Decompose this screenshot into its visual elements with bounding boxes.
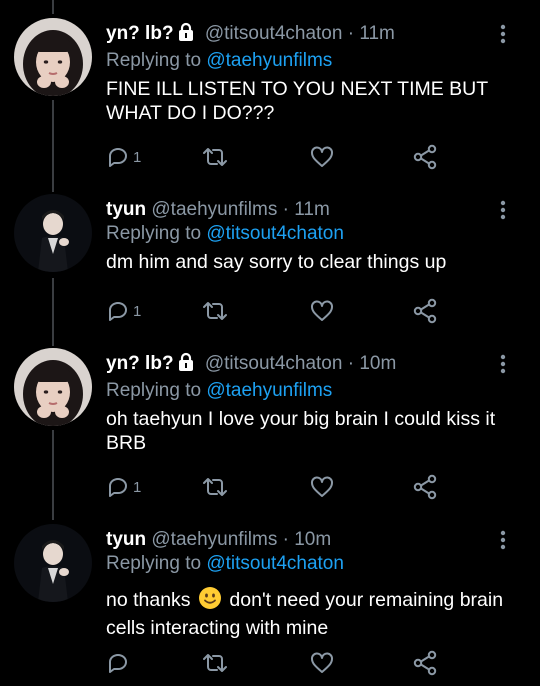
author-handle[interactable]: @taehyunfilms <box>151 199 277 220</box>
replying-prefix: Replying to <box>106 380 202 401</box>
more-options-icon[interactable] <box>500 200 506 225</box>
heart-icon <box>311 652 333 673</box>
author-name[interactable]: yn? lb? <box>106 353 174 374</box>
reply-count: 1 <box>133 302 142 320</box>
author-handle[interactable]: @titsout4chaton <box>205 353 343 374</box>
timestamp[interactable]: 11m <box>294 199 330 220</box>
replying-prefix: Replying to <box>106 50 202 71</box>
mention-link[interactable]: @titsout4chaton <box>206 223 344 244</box>
avatar[interactable] <box>14 194 92 272</box>
retweet-icon <box>203 148 227 166</box>
timestamp[interactable]: 10m <box>359 353 396 374</box>
replying-to: Replying to @titsout4chaton <box>106 222 510 246</box>
reply-count: 1 <box>133 478 142 496</box>
separator: · <box>282 529 289 550</box>
more-options-icon[interactable] <box>500 530 506 555</box>
tweet[interactable]: yn? lb? @titsout4chaton · 10m Replying t… <box>0 340 540 520</box>
tweet-actions: 1 <box>106 474 446 500</box>
share-button[interactable] <box>412 144 438 170</box>
tweet-header: yn? lb? @titsout4chaton · 10m <box>106 352 510 379</box>
boy-avatar-icon <box>14 194 92 272</box>
reply-button[interactable] <box>106 650 133 676</box>
share-icon <box>413 298 437 324</box>
girl-avatar-icon <box>14 18 92 96</box>
separator: · <box>282 199 289 220</box>
timestamp[interactable]: 10m <box>294 529 331 550</box>
like-button[interactable] <box>310 144 334 170</box>
timestamp[interactable]: 11m <box>359 23 395 44</box>
retweet-icon <box>203 654 227 672</box>
tweet-header: yn? lb? @titsout4chaton · 11m <box>106 22 510 49</box>
reply-button[interactable]: 1 <box>106 474 141 500</box>
tweet-text: FINE ILL LISTEN TO YOU NEXT TIME BUT WHA… <box>106 78 488 124</box>
like-button[interactable] <box>310 474 334 500</box>
heart-icon <box>311 146 333 167</box>
share-button[interactable] <box>412 650 438 676</box>
like-button[interactable] <box>310 298 334 324</box>
retweet-button[interactable] <box>202 474 228 500</box>
author-handle[interactable]: @titsout4chaton <box>205 23 343 44</box>
tweet-actions <box>106 650 446 676</box>
tweet[interactable]: tyun @taehyunfilms · 10m Replying to @ti… <box>0 520 540 686</box>
replying-to: Replying to @titsout4chaton <box>106 552 510 576</box>
tweet-text: dm him and say sorry to clear things up <box>106 251 447 273</box>
heart-icon <box>311 300 333 321</box>
reply-icon <box>109 478 127 497</box>
replying-to: Replying to @taehyunfilms <box>106 379 510 403</box>
reply-button[interactable]: 1 <box>106 298 141 324</box>
author-name[interactable]: yn? lb? <box>106 23 174 44</box>
share-button[interactable] <box>412 474 438 500</box>
mention-link[interactable]: @taehyunfilms <box>206 50 332 71</box>
author-name[interactable]: tyun <box>106 529 146 550</box>
lock-icon <box>176 352 196 379</box>
reply-icon <box>109 654 127 673</box>
lock-icon <box>176 22 196 49</box>
reply-button[interactable]: 1 <box>106 144 141 170</box>
tweet-header: tyun @taehyunfilms · 11m <box>106 198 510 222</box>
tweet-text: oh taehyun I love your big brain I could… <box>106 408 496 454</box>
share-button[interactable] <box>412 298 438 324</box>
replying-prefix: Replying to <box>106 553 202 574</box>
share-icon <box>413 474 437 500</box>
retweet-icon <box>203 302 227 320</box>
tweet[interactable]: tyun @taehyunfilms · 11m Replying to @ti… <box>0 180 540 340</box>
tweet-text-part: no thanks <box>106 589 191 611</box>
reply-icon <box>109 302 127 321</box>
tweet-actions: 1 <box>106 298 446 324</box>
tweet-header: tyun @taehyunfilms · 10m <box>106 528 510 552</box>
retweet-button[interactable] <box>202 650 228 676</box>
replying-prefix: Replying to <box>106 223 202 244</box>
separator: · <box>347 23 355 44</box>
reply-icon <box>109 148 127 167</box>
slightly-smiling-face-icon <box>198 586 222 616</box>
mention-link[interactable]: @titsout4chaton <box>206 553 344 574</box>
tweet-text: no thanks don't need your remaining brai… <box>106 586 510 640</box>
heart-icon <box>311 476 333 497</box>
girl-avatar-icon <box>14 348 92 426</box>
avatar[interactable] <box>14 348 92 426</box>
boy-avatar-icon <box>14 524 92 602</box>
share-icon <box>413 650 437 676</box>
avatar[interactable] <box>14 18 92 96</box>
author-handle[interactable]: @taehyunfilms <box>151 529 277 550</box>
retweet-button[interactable] <box>202 144 228 170</box>
avatar[interactable] <box>14 524 92 602</box>
separator: · <box>347 353 355 374</box>
tweet-actions: 1 <box>106 144 446 170</box>
replying-to: Replying to @taehyunfilms <box>106 49 510 73</box>
share-icon <box>413 144 437 170</box>
retweet-icon <box>203 478 227 496</box>
like-button[interactable] <box>310 650 334 676</box>
more-options-icon[interactable] <box>500 354 506 379</box>
retweet-button[interactable] <box>202 298 228 324</box>
mention-link[interactable]: @taehyunfilms <box>206 380 332 401</box>
reply-count: 1 <box>133 148 142 166</box>
tweet[interactable]: yn? lb? @titsout4chaton · 11m Replying t… <box>0 0 540 180</box>
author-name[interactable]: tyun <box>106 199 146 220</box>
more-options-icon[interactable] <box>500 24 506 49</box>
